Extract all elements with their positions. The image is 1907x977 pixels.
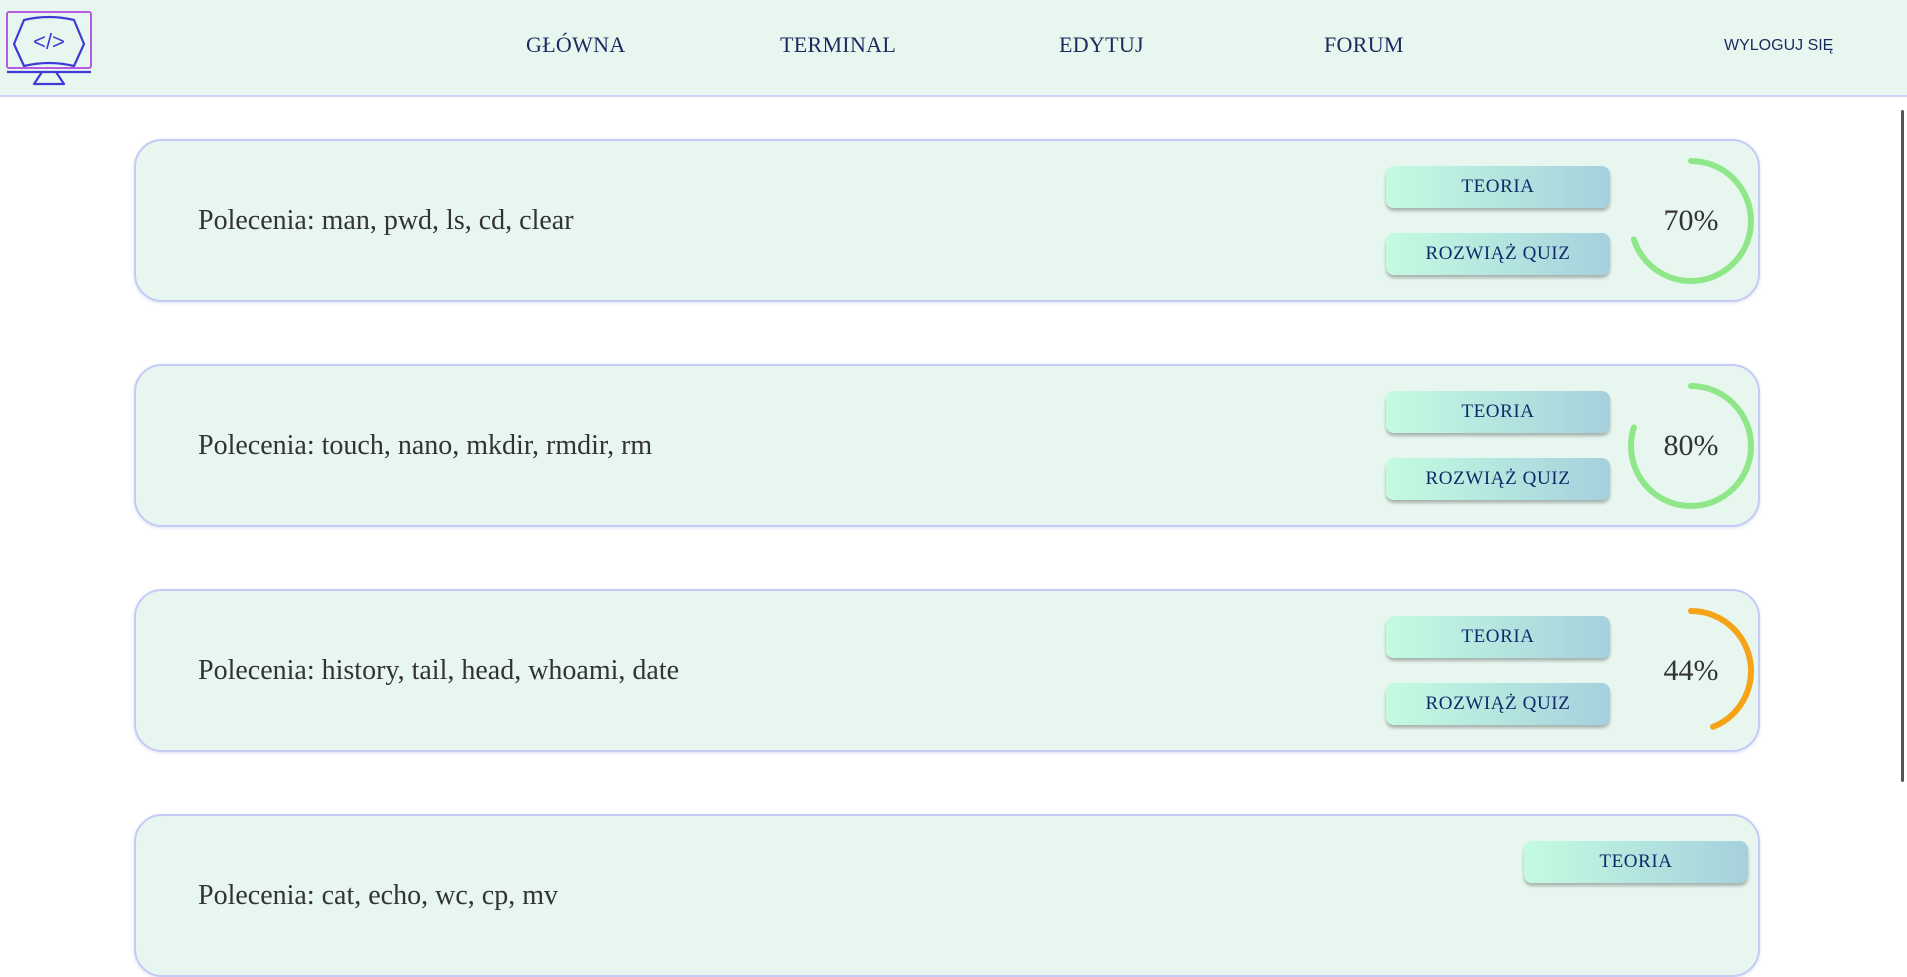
code-monitor-logo-icon[interactable]: </> <box>4 10 94 88</box>
progress-percent: 70% <box>1663 204 1719 237</box>
lesson-card: Polecenia: cat, echo, wc, cp, mv TEORIA <box>134 814 1760 977</box>
nav-item-forum[interactable]: FORUM <box>1324 32 1404 58</box>
theory-button[interactable]: TEORIA <box>1524 841 1748 883</box>
logo-glyph: </> <box>33 29 65 54</box>
theory-button[interactable]: TEORIA <box>1386 391 1610 433</box>
logout-link[interactable]: WYLOGUJ SIĘ <box>1724 37 1833 55</box>
lesson-title: Polecenia: cat, echo, wc, cp, mv <box>198 880 558 911</box>
page-scrollbar[interactable] <box>1901 110 1904 782</box>
theory-button[interactable]: TEORIA <box>1386 616 1610 658</box>
solve-quiz-button[interactable]: ROZWIĄŻ QUIZ <box>1386 458 1610 500</box>
solve-quiz-button[interactable]: ROZWIĄŻ QUIZ <box>1386 233 1610 275</box>
nav-item-edytuj[interactable]: EDYTUJ <box>1059 32 1144 58</box>
nav-item-terminal[interactable]: TERMINAL <box>780 32 896 58</box>
lesson-title: Polecenia: history, tail, head, whoami, … <box>198 655 680 686</box>
progress-percent: 80% <box>1663 429 1719 462</box>
top-navigation-bar: </> GŁÓWNA TERMINAL EDYTUJ FORUM WYLOGUJ… <box>0 0 1907 97</box>
progress-percent: 44% <box>1663 654 1719 687</box>
solve-quiz-button[interactable]: ROZWIĄŻ QUIZ <box>1386 683 1610 725</box>
theory-button[interactable]: TEORIA <box>1386 166 1610 208</box>
lesson-title: Polecenia: man, pwd, ls, cd, clear <box>198 205 574 236</box>
nav-item-glowna[interactable]: GŁÓWNA <box>526 32 626 58</box>
lesson-card: Polecenia: man, pwd, ls, cd, clear TEORI… <box>134 139 1760 302</box>
lesson-title: Polecenia: touch, nano, mkdir, rmdir, rm <box>198 430 653 461</box>
lesson-card: Polecenia: touch, nano, mkdir, rmdir, rm… <box>134 364 1760 527</box>
lesson-card: Polecenia: history, tail, head, whoami, … <box>134 589 1760 752</box>
